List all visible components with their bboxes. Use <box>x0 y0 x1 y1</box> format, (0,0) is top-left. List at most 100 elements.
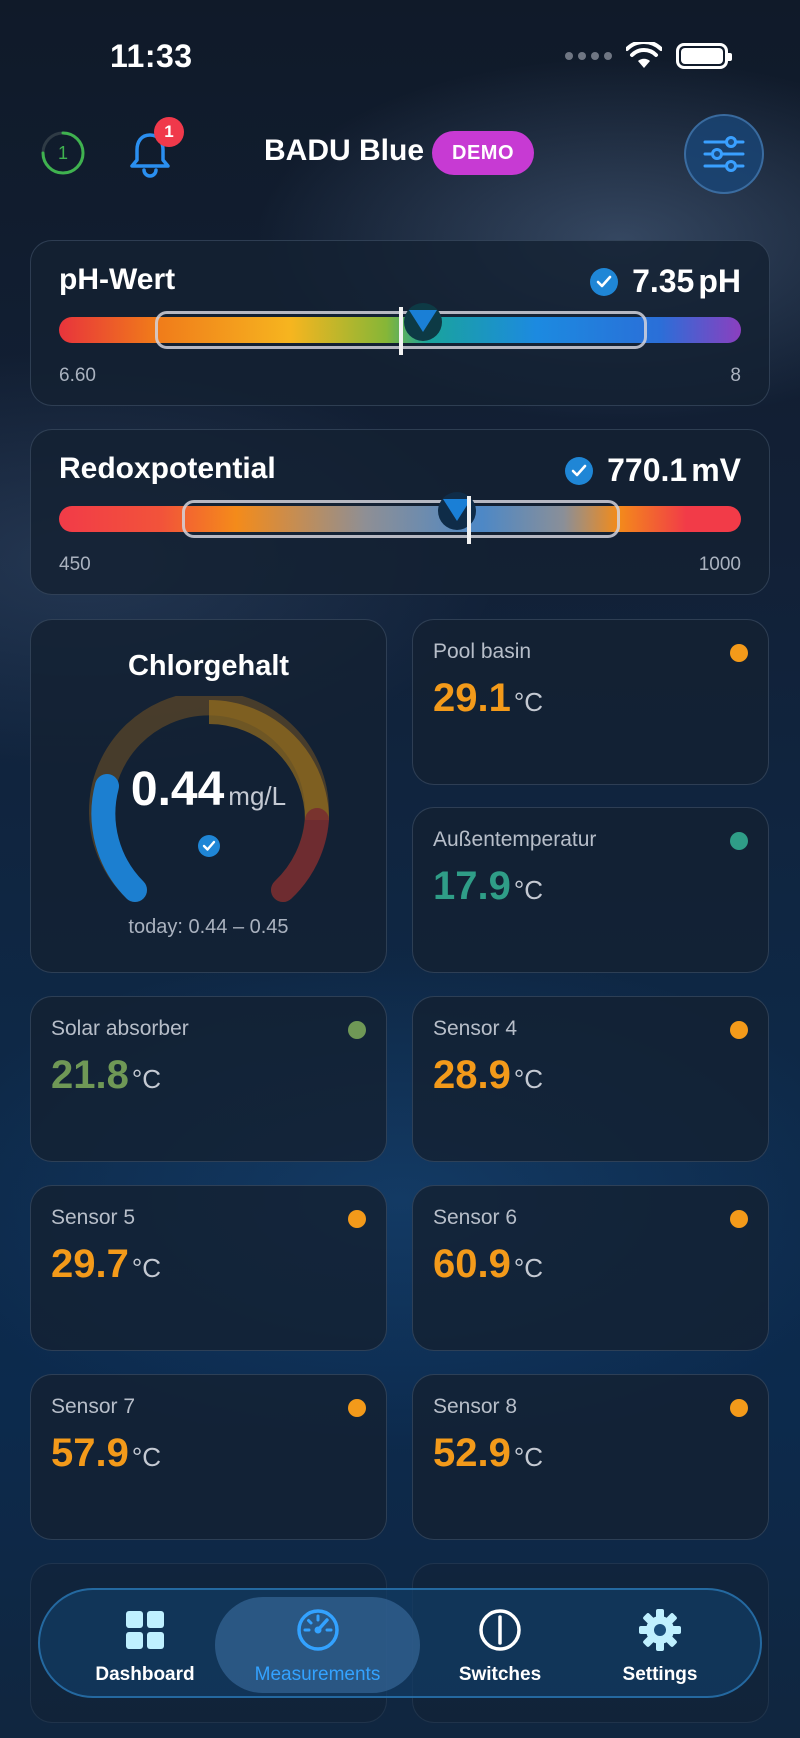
battery-icon <box>676 43 732 69</box>
tile-unit: °C <box>131 1253 162 1283</box>
cellular-signal-icon <box>565 52 612 60</box>
nav-settings-label: Settings <box>622 1664 698 1685</box>
tile-value: 28.9 <box>433 1053 511 1097</box>
sliders-icon <box>703 136 745 172</box>
nav-switches-label: Switches <box>458 1664 542 1685</box>
status-dot <box>348 1021 366 1039</box>
tile-unit: °C <box>513 1253 544 1283</box>
status-dot <box>730 1399 748 1417</box>
redox-value: 770.1 <box>607 452 688 488</box>
redox-max-label: 1000 <box>698 554 741 575</box>
ph-current-marker <box>399 307 403 355</box>
ph-check-icon <box>590 267 619 296</box>
tile-label: Sensor 7 <box>51 1395 136 1418</box>
ph-min-label: 6.60 <box>59 365 96 386</box>
tile-pool-basin[interactable]: Pool basin 29.1 °C <box>412 619 769 785</box>
tile-unit: °C <box>513 1442 544 1472</box>
tile-sensor-7[interactable]: Sensor 7 57.9 °C <box>30 1374 387 1540</box>
app-title: BADU Blue <box>264 134 425 167</box>
tile-label: Außentemperatur <box>433 828 597 851</box>
chlorine-value: 0.44 <box>130 763 225 816</box>
tile-value: 17.9 <box>433 864 511 908</box>
ph-title: pH-Wert <box>59 263 176 296</box>
tile-label: Pool basin <box>433 640 532 663</box>
tile-aussentemperatur[interactable]: Außentemperatur 17.9 °C <box>412 807 769 973</box>
tile-value-group: 21.8 °C <box>51 1053 161 1098</box>
ph-value-group: 7.35 pH <box>590 263 741 300</box>
tile-unit: °C <box>131 1442 162 1472</box>
redox-check-icon <box>565 456 594 485</box>
tile-value-group: 60.9 °C <box>433 1242 543 1287</box>
ph-max-label: 8 <box>730 365 741 386</box>
redox-ideal-range <box>182 500 620 538</box>
status-dot <box>730 1210 748 1228</box>
ph-unit: pH <box>698 263 741 299</box>
nav-switches[interactable]: Switches <box>425 1590 575 1700</box>
refresh-progress-ring[interactable]: 1 <box>40 130 86 176</box>
status-dot <box>730 644 748 662</box>
chlorine-today-range: today: 0.44 – 0.45 <box>128 916 289 938</box>
redox-pointer-icon <box>438 492 477 530</box>
ph-value: 7.35 <box>632 263 695 299</box>
tile-label: Sensor 5 <box>51 1206 136 1229</box>
notification-badge: 1 <box>154 117 184 147</box>
nav-measurements[interactable]: Measurements <box>215 1597 420 1693</box>
chlorine-title: Chlorgehalt <box>127 650 290 682</box>
tile-value-group: 57.9 °C <box>51 1431 161 1476</box>
tile-label: Sensor 4 <box>433 1017 518 1040</box>
tile-sensor-6[interactable]: Sensor 6 60.9 °C <box>412 1185 769 1351</box>
nav-dashboard[interactable]: Dashboard <box>70 1590 220 1700</box>
redox-min-label: 450 <box>59 554 91 575</box>
power-switch-icon <box>479 1609 521 1651</box>
ph-card[interactable]: pH-Wert 7.35 pH 6.60 8 <box>30 240 770 406</box>
tile-solar-absorber[interactable]: Solar absorber 21.8 °C <box>30 996 387 1162</box>
redox-value-group: 770.1 mV <box>565 452 741 489</box>
nav-settings[interactable]: Settings <box>585 1590 735 1700</box>
tile-sensor-8[interactable]: Sensor 8 52.9 °C <box>412 1374 769 1540</box>
nav-measurements-label: Measurements <box>254 1664 381 1685</box>
chlorine-card[interactable]: Chlorgehalt 0.44 mg/L today: 0.44 – 0.45 <box>30 619 387 973</box>
gauge-icon <box>296 1609 339 1651</box>
ph-pointer-icon <box>404 303 442 341</box>
tile-value-group: 52.9 °C <box>433 1431 543 1476</box>
tile-value-group: 29.7 °C <box>51 1242 161 1287</box>
tile-value: 29.1 <box>433 676 511 720</box>
tile-label: Sensor 6 <box>433 1206 518 1229</box>
wifi-icon <box>626 42 662 68</box>
demo-badge: DEMO <box>432 131 534 175</box>
tile-value: 60.9 <box>433 1242 511 1286</box>
tile-label: Solar absorber <box>51 1017 189 1040</box>
status-dot <box>730 832 748 850</box>
redox-unit: mV <box>691 452 741 488</box>
tile-unit: °C <box>513 687 544 717</box>
tile-label: Sensor 8 <box>433 1395 518 1418</box>
status-dot <box>348 1399 366 1417</box>
tile-sensor-5[interactable]: Sensor 5 29.7 °C <box>30 1185 387 1351</box>
redox-card[interactable]: Redoxpotential 770.1 mV 450 1000 <box>30 429 770 595</box>
tile-value: 21.8 <box>51 1053 129 1097</box>
tile-unit: °C <box>131 1064 162 1094</box>
chlorine-check-icon <box>198 835 220 857</box>
tile-value-group: 29.1 °C <box>433 676 543 721</box>
filter-settings-button[interactable] <box>684 114 764 194</box>
redox-current-marker <box>467 496 472 544</box>
tile-value-group: 28.9 °C <box>433 1053 543 1098</box>
tile-value: 29.7 <box>51 1242 129 1286</box>
status-time: 11:33 <box>110 38 193 74</box>
dashboard-grid-icon <box>126 1611 164 1649</box>
redox-title: Redoxpotential <box>59 452 276 485</box>
progress-count: 1 <box>57 143 68 163</box>
tile-value: 57.9 <box>51 1431 129 1475</box>
tile-sensor-4[interactable]: Sensor 4 28.9 °C <box>412 996 769 1162</box>
bottom-nav: Dashboard Measurements Switches Settings <box>38 1588 762 1698</box>
gear-icon <box>639 1609 681 1651</box>
nav-dashboard-label: Dashboard <box>95 1664 195 1685</box>
tile-unit: °C <box>513 1064 544 1094</box>
tile-value-group: 17.9 °C <box>433 864 543 909</box>
chlorine-value-group: 0.44 mg/L <box>31 762 386 817</box>
tile-unit: °C <box>513 875 544 905</box>
status-dot <box>348 1210 366 1228</box>
status-icons <box>565 42 732 70</box>
tile-value: 52.9 <box>433 1431 511 1475</box>
status-dot <box>730 1021 748 1039</box>
